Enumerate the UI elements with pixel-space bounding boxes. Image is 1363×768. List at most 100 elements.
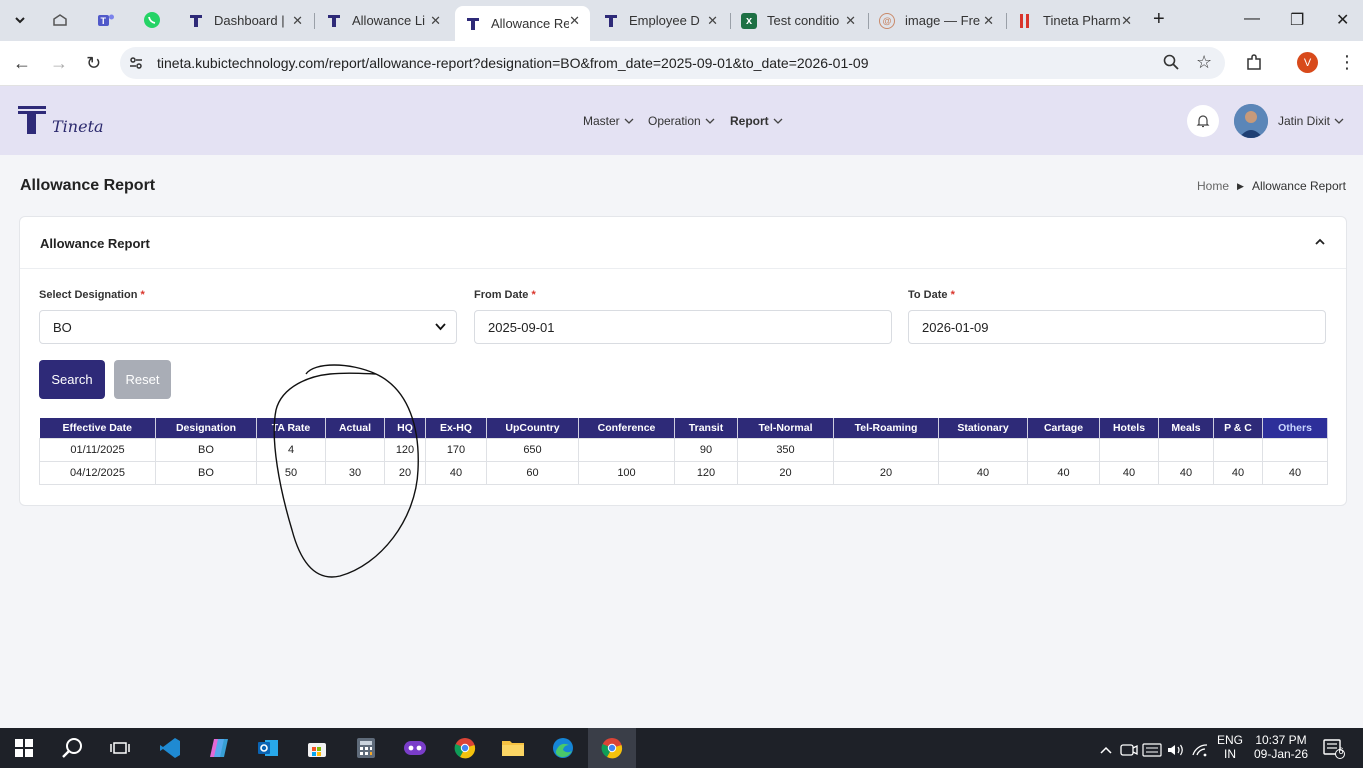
close-tab-icon[interactable]: ✕ xyxy=(1121,13,1132,29)
from-date-input[interactable]: 2025-09-01 xyxy=(474,310,892,344)
image-icon: @ xyxy=(879,12,895,29)
table-cell: 04/12/2025 xyxy=(39,460,156,485)
wifi-icon[interactable] xyxy=(1188,738,1212,762)
new-tab-plus-icon[interactable]: + xyxy=(1153,8,1165,31)
close-tab-icon[interactable]: ✕ xyxy=(569,13,580,29)
store-icon[interactable] xyxy=(305,736,329,760)
header-designation[interactable]: Designation xyxy=(155,418,257,438)
outlook-icon[interactable] xyxy=(256,736,280,760)
forward-arrow-icon[interactable]: → xyxy=(50,53,68,74)
pinned-tab-inbox-icon[interactable] xyxy=(50,10,70,30)
bookmark-star-icon[interactable]: ☆ xyxy=(1196,52,1212,73)
header-cartage[interactable]: Cartage xyxy=(1027,418,1100,438)
clock[interactable]: 10:37 PM 09-Jan-26 xyxy=(1250,733,1312,761)
page-title: Allowance Report xyxy=(20,177,156,194)
chevron-up-icon[interactable] xyxy=(1314,236,1326,251)
tab-image[interactable]: @ image — Fre ✕ xyxy=(869,6,1004,35)
breadcrumb-current: Allowance Report xyxy=(1251,179,1346,193)
back-arrow-icon[interactable]: ← xyxy=(13,53,31,74)
input-indicator-icon[interactable] xyxy=(1140,738,1164,762)
table-cell: BO xyxy=(155,437,257,462)
tab-dashboard[interactable]: Dashboard | ✕ xyxy=(178,6,313,35)
chrome-icon[interactable] xyxy=(453,736,477,760)
table-cell xyxy=(1027,437,1100,462)
header-ex-hq[interactable]: Ex-HQ xyxy=(425,418,487,438)
close-tab-icon[interactable]: ✕ xyxy=(983,13,994,29)
close-tab-icon[interactable]: ✕ xyxy=(430,13,441,29)
show-hidden-icons-chevron-icon[interactable] xyxy=(1094,738,1118,762)
speaker-icon[interactable] xyxy=(1164,738,1188,762)
file-explorer-icon[interactable] xyxy=(501,736,525,760)
profile-avatar[interactable]: V xyxy=(1297,52,1318,73)
header-transit[interactable]: Transit xyxy=(674,418,738,438)
chevron-down-icon xyxy=(773,118,783,124)
tab-search-icon[interactable] xyxy=(10,10,30,30)
url-text[interactable]: tineta.kubictechnology.com/report/allowa… xyxy=(157,55,868,71)
nav-operation[interactable]: Operation xyxy=(648,114,715,128)
tineta-logo-icon[interactable] xyxy=(18,104,50,141)
card-title: Allowance Report xyxy=(40,236,150,251)
table-cell xyxy=(938,437,1028,462)
camera-icon[interactable] xyxy=(1117,738,1141,762)
designation-label: Select Designation * xyxy=(39,289,145,301)
chrome-active-icon[interactable] xyxy=(600,736,624,760)
game-app-icon[interactable] xyxy=(403,736,427,760)
header-p-and-c[interactable]: P & C xyxy=(1213,418,1263,438)
card-header[interactable]: Allowance Report xyxy=(20,217,1346,269)
breadcrumb-home[interactable]: Home xyxy=(1197,179,1229,193)
tab-employee[interactable]: Employee D ✕ xyxy=(593,6,728,35)
calculator-icon[interactable] xyxy=(354,736,378,760)
user-menu[interactable]: Jatin Dixit xyxy=(1278,114,1344,128)
header-others[interactable]: Others xyxy=(1262,418,1328,438)
vscode-icon[interactable] xyxy=(158,736,182,760)
taskbar-search-icon[interactable] xyxy=(60,736,84,760)
table-cell: 40 xyxy=(1027,460,1100,485)
search-button[interactable]: Search xyxy=(39,360,105,399)
header-upcountry[interactable]: UpCountry xyxy=(486,418,579,438)
header-hotels[interactable]: Hotels xyxy=(1099,418,1159,438)
copilot-icon[interactable] xyxy=(207,736,231,760)
close-window-icon[interactable]: ✕ xyxy=(1336,10,1349,30)
chevron-down-icon xyxy=(1334,118,1344,124)
task-view-icon[interactable] xyxy=(108,736,132,760)
excel-icon: x xyxy=(741,12,757,29)
table-cell: 170 xyxy=(425,437,487,462)
windows-start-icon[interactable] xyxy=(12,736,36,760)
nav-master[interactable]: Master xyxy=(583,114,634,128)
to-date-input[interactable]: 2026-01-09 xyxy=(908,310,1326,344)
close-tab-icon[interactable]: ✕ xyxy=(845,13,856,29)
table-cell xyxy=(1262,437,1328,462)
language-indicator[interactable]: ENG IN xyxy=(1214,733,1246,761)
tab-allowance-report[interactable]: Allowance Re ✕ xyxy=(455,6,590,41)
minimize-icon[interactable]: — xyxy=(1244,10,1260,28)
header-tel-normal[interactable]: Tel-Normal xyxy=(737,418,834,438)
svg-text:T: T xyxy=(101,16,107,26)
reload-icon[interactable]: ↻ xyxy=(86,53,101,74)
edge-icon[interactable] xyxy=(551,736,575,760)
nav-report[interactable]: Report xyxy=(730,114,783,128)
restore-window-icon[interactable]: ❐ xyxy=(1290,10,1304,30)
notification-bell-icon[interactable] xyxy=(1187,105,1219,137)
reset-button[interactable]: Reset xyxy=(114,360,171,399)
tab-tineta-pharma[interactable]: Tineta Pharm ✕ xyxy=(1007,6,1142,35)
tab-allowance-list[interactable]: Allowance Li ✕ xyxy=(316,6,451,35)
header-meals[interactable]: Meals xyxy=(1158,418,1214,438)
pinned-tab-whatsapp-icon[interactable] xyxy=(142,10,162,30)
chevron-down-icon xyxy=(435,321,446,335)
table-cell: 40 xyxy=(1099,460,1159,485)
user-avatar[interactable] xyxy=(1234,104,1268,138)
header-effective-date[interactable]: Effective Date xyxy=(39,418,156,438)
tab-test-conditions[interactable]: x Test conditio ✕ xyxy=(731,6,866,35)
zoom-icon[interactable] xyxy=(1163,54,1179,75)
site-info-icon[interactable] xyxy=(128,55,144,76)
tineta-logo-icon xyxy=(326,13,342,29)
browser-menu-icon[interactable]: ⋮ xyxy=(1338,52,1356,73)
extensions-puzzle-icon[interactable] xyxy=(1245,54,1263,77)
designation-select[interactable]: BO xyxy=(39,310,457,344)
pinned-tab-teams-icon[interactable]: T xyxy=(96,10,116,30)
header-tel-roaming[interactable]: Tel-Roaming xyxy=(833,418,939,438)
close-tab-icon[interactable]: ✕ xyxy=(707,13,718,29)
header-conference[interactable]: Conference xyxy=(578,418,675,438)
close-tab-icon[interactable]: ✕ xyxy=(292,13,303,29)
header-stationary[interactable]: Stationary xyxy=(938,418,1028,438)
